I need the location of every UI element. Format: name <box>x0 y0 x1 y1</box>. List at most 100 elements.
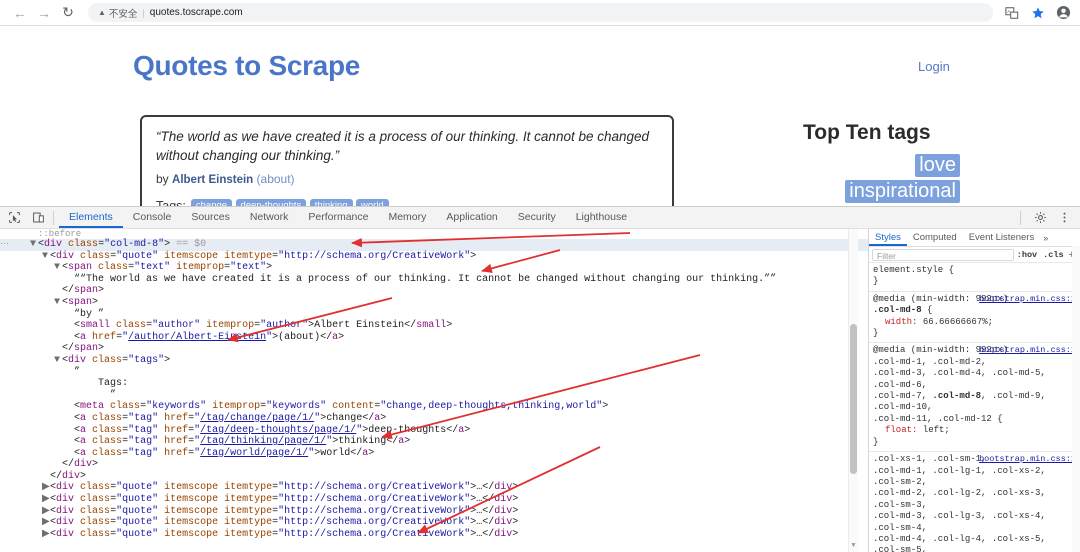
dom-twisty-icon[interactable] <box>66 413 74 425</box>
dom-twisty-icon[interactable] <box>90 378 98 390</box>
style-rule[interactable]: bootstrap.min.css:1.col-xs-1, .col-sm-1,… <box>869 452 1080 552</box>
site-title[interactable]: Quotes to Scrape <box>133 50 360 82</box>
dom-twisty-icon[interactable] <box>66 436 74 448</box>
device-toolbar-icon[interactable] <box>28 208 48 228</box>
dom-tree-panel[interactable]: ⋯ ::before ▼<div class="col-md-8"> == $0… <box>0 229 868 552</box>
dom-node[interactable]: ▶<div class="quote" itemscope itemtype="… <box>0 482 868 494</box>
author-about-link[interactable]: (about) <box>257 172 295 186</box>
styles-filter-input[interactable]: Filter <box>872 249 1014 261</box>
dom-twisty-icon[interactable] <box>66 274 74 286</box>
dom-node[interactable]: </span> <box>0 343 868 355</box>
devtools-tab-memory[interactable]: Memory <box>378 207 436 228</box>
devtools-tab-lighthouse[interactable]: Lighthouse <box>566 207 637 228</box>
style-selector[interactable]: .col-xs-1, .col-sm-1,.col-md-1, .col-lg-… <box>873 454 1076 552</box>
hov-button[interactable]: :hov <box>1014 250 1040 260</box>
dom-node[interactable]: ▼<span> <box>0 297 868 309</box>
dom-twisty-icon[interactable]: ▶ <box>42 529 50 541</box>
dom-node[interactable]: ▶<div class="quote" itemscope itemtype="… <box>0 506 868 518</box>
devtools-tab-performance[interactable]: Performance <box>298 207 378 228</box>
style-selector[interactable]: .col-md-1, .col-md-2,.col-md-3, .col-md-… <box>873 357 1076 425</box>
profile-avatar-icon[interactable] <box>1055 4 1072 21</box>
quote-card-highlighted[interactable]: “The world as we have created it is a pr… <box>140 115 674 206</box>
style-rule[interactable]: bootstrap.min.css:1@media (min-width: 99… <box>869 292 1080 344</box>
dom-twisty-icon[interactable]: ▶ <box>42 517 50 529</box>
dom-twisty-icon[interactable]: ▶ <box>42 506 50 518</box>
address-bar[interactable]: ▲ 不安全 | quotes.toscrape.com <box>88 3 993 22</box>
dom-twisty-icon[interactable] <box>66 309 74 321</box>
back-arrow-icon[interactable]: ← <box>8 1 32 25</box>
dom-node[interactable]: ” <box>0 390 868 402</box>
style-source-link[interactable]: bootstrap.min.css:1 <box>979 345 1076 356</box>
cloud-tag[interactable]: inspirational <box>845 180 960 203</box>
dom-twisty-icon[interactable] <box>66 401 74 413</box>
style-selector[interactable]: .col-md-8 { <box>873 305 1076 316</box>
dom-node[interactable]: ““The world as we have created it is a p… <box>0 274 868 286</box>
kebab-menu-icon[interactable] <box>1054 208 1074 228</box>
devtools-tab-sources[interactable]: Sources <box>181 207 240 228</box>
style-rule[interactable]: bootstrap.min.css:1@media (min-width: 99… <box>869 343 1080 452</box>
dom-node[interactable]: <small class="author" itemprop="author">… <box>0 320 868 332</box>
dom-scrollbar-thumb[interactable] <box>850 324 857 474</box>
dom-twisty-icon[interactable]: ▼ <box>30 239 38 251</box>
dom-twisty-icon[interactable] <box>54 459 62 471</box>
dom-node[interactable]: <a href="/author/Albert-Einstein">(about… <box>0 332 868 344</box>
dom-node[interactable]: ▼<span class="text" itemprop="text"> <box>0 262 868 274</box>
dom-tree[interactable]: ▼<div class="col-md-8"> == $0▼<div class… <box>0 239 868 540</box>
devtools-tab-network[interactable]: Network <box>240 207 299 228</box>
devtools-tab-security[interactable]: Security <box>508 207 566 228</box>
dom-node[interactable]: <a class="tag" href="/tag/world/page/1/"… <box>0 448 868 460</box>
dom-twisty-icon[interactable]: ▶ <box>42 494 50 506</box>
dom-twisty-icon[interactable]: ▼ <box>54 262 62 274</box>
dom-twisty-icon[interactable] <box>66 425 74 437</box>
quote-tag[interactable]: world <box>356 199 389 206</box>
dom-twisty-icon[interactable] <box>54 285 62 297</box>
dom-twisty-icon[interactable]: ▼ <box>42 251 50 263</box>
dom-node[interactable]: </div> <box>0 471 868 483</box>
dom-twisty-icon[interactable] <box>66 320 74 332</box>
translate-icon[interactable]: A <box>1003 4 1020 21</box>
quote-tag[interactable]: change <box>191 199 232 206</box>
reload-icon[interactable]: ↻ <box>56 1 80 25</box>
quote-tag[interactable]: deep-thoughts <box>236 199 307 206</box>
dom-node[interactable]: ▼<div class="tags"> <box>0 355 868 367</box>
dom-node-selected[interactable]: ▼<div class="col-md-8"> == $0 <box>0 239 868 251</box>
dom-node[interactable]: ▶<div class="quote" itemscope itemtype="… <box>0 517 868 529</box>
dom-node[interactable]: ▶<div class="quote" itemscope itemtype="… <box>0 529 868 541</box>
styles-tab-computed[interactable]: Computed <box>907 230 963 246</box>
quote-tag[interactable]: thinking <box>310 199 353 206</box>
style-declaration[interactable]: width: 66.66666667%; <box>873 317 1076 328</box>
style-rule[interactable]: element.style {} <box>869 263 1080 292</box>
style-source-link[interactable]: bootstrap.min.css:1 <box>979 294 1076 305</box>
dom-node[interactable]: ▶<div class="quote" itemscope itemtype="… <box>0 494 868 506</box>
styles-rules-list[interactable]: element.style {}bootstrap.min.css:1@medi… <box>869 263 1080 552</box>
dom-node[interactable]: </span> <box>0 285 868 297</box>
dom-node[interactable]: </div> <box>0 459 868 471</box>
dom-node[interactable]: <meta class="keywords" itemprop="keyword… <box>0 401 868 413</box>
dom-scrollbar[interactable] <box>848 229 858 552</box>
dom-node[interactable]: <a class="tag" href="/tag/change/page/1/… <box>0 413 868 425</box>
dom-twisty-icon[interactable] <box>54 343 62 355</box>
styles-more-tabs-icon[interactable]: » <box>1040 233 1048 243</box>
devtools-tab-application[interactable]: Application <box>436 207 507 228</box>
dom-twisty-icon[interactable] <box>42 471 50 483</box>
inspect-element-icon[interactable] <box>4 208 24 228</box>
login-link[interactable]: Login <box>918 59 950 74</box>
dom-twisty-icon[interactable] <box>66 448 74 460</box>
dom-node[interactable]: ” <box>0 367 868 379</box>
cls-button[interactable]: .cls <box>1040 250 1066 260</box>
style-selector[interactable]: element.style { <box>873 265 1076 276</box>
forward-arrow-icon[interactable]: → <box>32 1 56 25</box>
gear-icon[interactable] <box>1030 208 1050 228</box>
dom-twisty-icon[interactable]: ▼ <box>54 355 62 367</box>
dom-twisty-icon[interactable]: ▼ <box>54 297 62 309</box>
devtools-tab-elements[interactable]: Elements <box>59 207 123 228</box>
dom-twisty-icon[interactable] <box>66 332 74 344</box>
dom-node[interactable]: “by ” <box>0 309 868 321</box>
styles-tab-event-listeners[interactable]: Event Listeners <box>963 230 1040 246</box>
dom-node[interactable]: ▼<div class="quote" itemscope itemtype="… <box>0 251 868 263</box>
dom-node[interactable]: <a class="tag" href="/tag/thinking/page/… <box>0 436 868 448</box>
styles-scrollbar[interactable] <box>1072 246 1080 552</box>
styles-tab-styles[interactable]: Styles <box>869 230 907 246</box>
dom-twisty-icon[interactable] <box>102 390 110 402</box>
star-icon[interactable] <box>1029 4 1046 21</box>
